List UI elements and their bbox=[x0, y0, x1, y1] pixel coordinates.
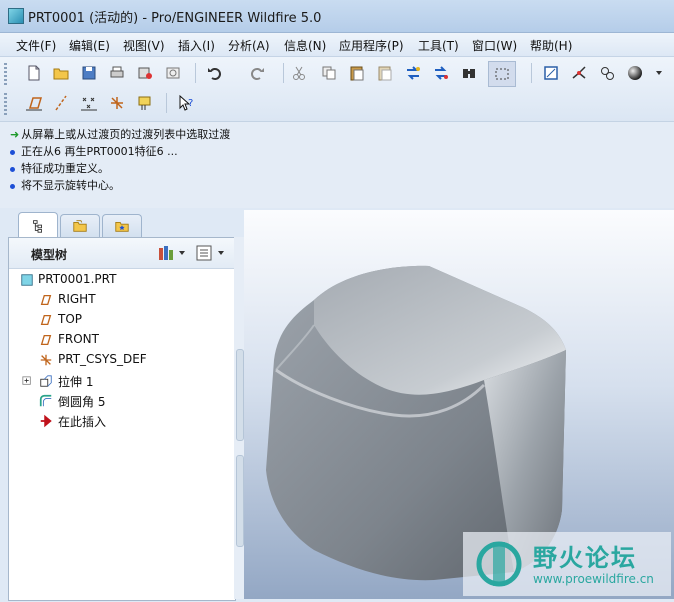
tree-item-insert-here[interactable]: 在此插入 bbox=[9, 411, 229, 431]
datum-plane-icon bbox=[38, 292, 54, 308]
tree-show-icon[interactable] bbox=[195, 244, 227, 262]
part-icon bbox=[19, 272, 35, 288]
spin-center-icon[interactable] bbox=[569, 63, 589, 83]
shading-icon[interactable] bbox=[625, 63, 645, 83]
save-copy-icon[interactable] bbox=[135, 63, 155, 83]
arrow-right-icon: ➜ bbox=[10, 128, 20, 141]
app-icon bbox=[8, 8, 24, 24]
datum-axis-icon[interactable] bbox=[51, 93, 71, 113]
close-window-icon[interactable] bbox=[163, 63, 183, 83]
datum-csys-icon[interactable] bbox=[107, 93, 127, 113]
paste-icon[interactable] bbox=[347, 63, 367, 83]
datum-point-icon[interactable] bbox=[79, 93, 99, 113]
menu-view[interactable]: 视图(V) bbox=[123, 37, 165, 54]
toolbar: ? bbox=[0, 57, 674, 122]
splitter-handle[interactable] bbox=[236, 455, 244, 547]
csys-icon bbox=[38, 352, 54, 368]
new-file-icon[interactable] bbox=[24, 63, 44, 83]
svg-text:?: ? bbox=[188, 98, 193, 109]
navigator-tabs bbox=[12, 212, 242, 238]
datum-plane-icon bbox=[38, 332, 54, 348]
watermark-url: www.proewildfire.cn bbox=[533, 572, 654, 586]
tree-settings-icon[interactable] bbox=[157, 244, 187, 262]
redo-icon[interactable] bbox=[247, 63, 267, 83]
menu-help[interactable]: 帮助(H) bbox=[530, 37, 572, 54]
model-tree-tab[interactable] bbox=[18, 212, 58, 238]
favorites-tab-icon bbox=[115, 222, 129, 232]
tree-item-top[interactable]: TOP bbox=[9, 310, 229, 330]
menu-applications[interactable]: 应用程序(P) bbox=[339, 37, 404, 54]
open-folder-icon[interactable] bbox=[51, 63, 71, 83]
insert-here-icon bbox=[38, 413, 54, 429]
paste-special-icon[interactable] bbox=[375, 63, 395, 83]
save-icon[interactable] bbox=[79, 63, 99, 83]
datum-plane-icon bbox=[38, 312, 54, 328]
panel-title: 模型树 bbox=[31, 248, 68, 262]
orient-icon[interactable] bbox=[597, 63, 617, 83]
tree-item-front[interactable]: FRONT bbox=[9, 330, 229, 350]
favorites-tab[interactable] bbox=[102, 214, 142, 237]
tree-item-csys[interactable]: PRT_CSYS_DEF bbox=[9, 350, 229, 370]
model-tree-header: 模型树 bbox=[9, 238, 235, 269]
model-tree-panel: 模型树 PRT0001.PRT RIGHT TOP FRONT PRT_CSYS… bbox=[8, 237, 236, 601]
splitter-handle[interactable] bbox=[236, 349, 244, 441]
shading-dropdown-icon[interactable] bbox=[654, 63, 664, 83]
message-area: ➜ 从屏幕上或从过渡页的过渡列表中选取过渡 正在从6 再生PRT0001特征6 .… bbox=[0, 122, 674, 208]
model-tree-tab-icon bbox=[33, 219, 42, 233]
menu-insert[interactable]: 插入(I) bbox=[178, 37, 215, 54]
menu-file[interactable]: 文件(F) bbox=[16, 37, 56, 54]
title-bar: PRT0001 (活动的) - Pro/ENGINEER Wildfire 5.… bbox=[0, 0, 674, 33]
find-icon[interactable] bbox=[459, 63, 479, 83]
window-title: PRT0001 (活动的) - Pro/ENGINEER Wildfire 5.… bbox=[28, 11, 322, 26]
forum-watermark: 野火论坛 www.proewildfire.cn bbox=[463, 532, 671, 596]
toolbar-grip-2[interactable] bbox=[4, 93, 7, 115]
menu-tools[interactable]: 工具(T) bbox=[418, 37, 459, 54]
tree-item-round[interactable]: 倒圆角 5 bbox=[9, 391, 229, 411]
info-bullet-icon bbox=[10, 149, 15, 155]
regenerate-icon[interactable] bbox=[403, 63, 423, 83]
menu-bar: 文件(F) 编辑(E) 视图(V) 插入(I) 分析(A) 信息(N) 应用程序… bbox=[0, 33, 674, 57]
cut-icon[interactable] bbox=[289, 63, 309, 83]
toolbar-grip[interactable] bbox=[4, 63, 7, 85]
message-prompt: ➜ 从屏幕上或从过渡页的过渡列表中选取过渡 bbox=[10, 128, 231, 141]
extrude-icon bbox=[38, 373, 54, 389]
annotation-icon[interactable] bbox=[135, 93, 155, 113]
info-bullet-icon bbox=[10, 166, 15, 172]
menu-edit[interactable]: 编辑(E) bbox=[69, 37, 110, 54]
tree-item-right[interactable]: RIGHT bbox=[9, 290, 229, 310]
expand-plus-icon[interactable] bbox=[21, 373, 33, 389]
tree-item-extrude[interactable]: 拉伸 1 bbox=[9, 371, 229, 391]
menu-analysis[interactable]: 分析(A) bbox=[228, 37, 270, 54]
print-icon[interactable] bbox=[107, 63, 127, 83]
message-line: 将不显示旋转中心。 bbox=[10, 177, 120, 193]
copy-icon[interactable] bbox=[319, 63, 339, 83]
forum-logo-icon bbox=[476, 541, 522, 587]
folder-browser-tab-icon bbox=[73, 220, 87, 232]
datum-plane-icon[interactable] bbox=[24, 93, 44, 113]
repaint-icon[interactable] bbox=[541, 63, 561, 83]
tree-item-root[interactable]: PRT0001.PRT bbox=[9, 270, 229, 290]
undo-icon[interactable] bbox=[205, 63, 225, 83]
folder-browser-tab[interactable] bbox=[60, 214, 100, 237]
info-bullet-icon bbox=[10, 183, 15, 189]
context-help-icon[interactable]: ? bbox=[176, 93, 196, 113]
regen-manager-icon[interactable] bbox=[431, 63, 451, 83]
round-icon bbox=[38, 393, 54, 409]
watermark-title: 野火论坛 bbox=[533, 544, 637, 572]
select-box-icon[interactable] bbox=[488, 61, 516, 87]
menu-info[interactable]: 信息(N) bbox=[284, 37, 326, 54]
menu-window[interactable]: 窗口(W) bbox=[472, 37, 517, 54]
message-line: 特征成功重定义。 bbox=[10, 160, 109, 176]
message-line: 正在从6 再生PRT0001特征6 ... bbox=[10, 143, 178, 159]
panel-splitter[interactable] bbox=[234, 237, 244, 599]
